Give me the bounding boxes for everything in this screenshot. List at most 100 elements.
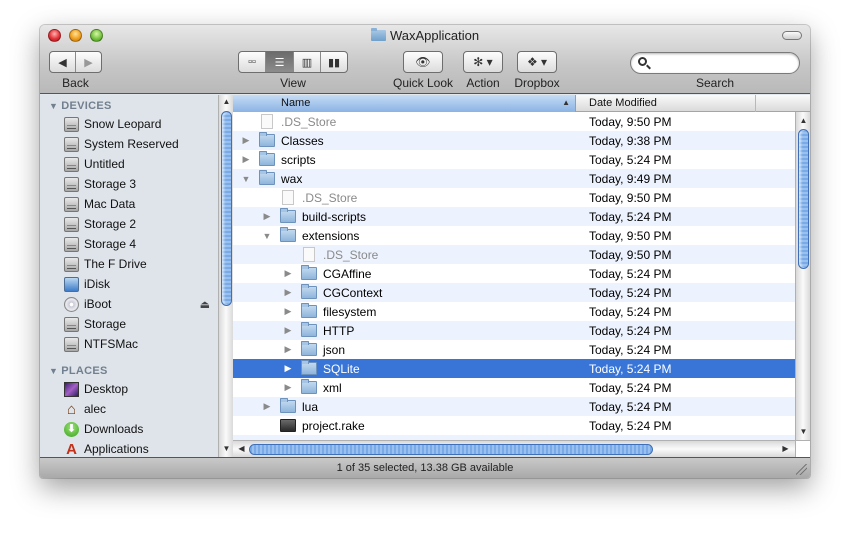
hard-drive-icon (64, 216, 79, 232)
file-row-lua[interactable]: ▶ lua Today, 5:24 PM (233, 397, 795, 416)
file-list-vertical-scrollbar[interactable]: ▲ ▼ (795, 112, 810, 440)
sidebar-item-applications[interactable]: A Applications (64, 439, 214, 457)
file-row-sqlite[interactable]: ▶ SQLite Today, 5:24 PM (233, 359, 795, 378)
sidebar-item-storage-3[interactable]: Storage 3 (64, 174, 214, 194)
sidebar-scroll-thumb[interactable] (221, 111, 232, 306)
view-mode-button-0[interactable]: ▫▫ (239, 52, 266, 72)
view-mode-button-2[interactable]: ▥ (294, 52, 321, 72)
disclosure-collapsed-icon[interactable]: ▶ (283, 325, 293, 336)
file-list-horizontal-scrollbar[interactable]: ◀ ▶ (233, 440, 795, 457)
forward-button[interactable]: ▶ (76, 52, 101, 72)
file-row-project-rake[interactable]: project.rake Today, 5:24 PM (233, 416, 795, 435)
file-row-http[interactable]: ▶ HTTP Today, 5:24 PM (233, 321, 795, 340)
search-input[interactable] (651, 55, 791, 71)
sidebar-item-desktop[interactable]: Desktop (64, 379, 214, 399)
disclosure-triangle-icon[interactable]: ▼ (49, 366, 58, 376)
sidebar-item-untitled[interactable]: Untitled (64, 154, 214, 174)
folder-icon (280, 398, 296, 413)
disclosure-collapsed-icon[interactable]: ▶ (283, 287, 293, 298)
date-modified: Today, 9:50 PM (589, 114, 672, 129)
status-text: 1 of 35 selected, 13.38 GB available (336, 462, 514, 474)
eject-icon[interactable]: ⏏ (200, 298, 210, 311)
coverflow-view-icon: ▮▮ (327, 56, 341, 69)
folder-icon (370, 28, 386, 41)
resize-grip-icon[interactable] (796, 464, 807, 475)
file-row-xml[interactable]: ▶ xml Today, 5:24 PM (233, 378, 795, 397)
disclosure-collapsed-icon[interactable]: ▶ (262, 401, 272, 412)
file-row-ds-store[interactable]: .DS_Store Today, 9:50 PM (233, 188, 795, 207)
places-section-header[interactable]: ▼ PLACES (49, 365, 108, 377)
file-name: lua (302, 399, 319, 414)
sidebar-item-storage[interactable]: Storage (64, 314, 214, 334)
sidebar-item-alec[interactable]: ⌂ alec (64, 399, 214, 419)
vertical-scroll-thumb[interactable] (798, 129, 809, 269)
disclosure-collapsed-icon[interactable]: ▶ (241, 154, 251, 165)
disclosure-expanded-icon[interactable]: ▼ (262, 231, 272, 241)
column-header: Name ▲ Date Modified (233, 95, 810, 112)
sidebar-item-system-reserved[interactable]: System Reserved (64, 134, 214, 154)
file-row-json[interactable]: ▶ json Today, 5:24 PM (233, 340, 795, 359)
file-icon (261, 114, 273, 129)
file-row-build-scripts[interactable]: ▶ build-scripts Today, 5:24 PM (233, 207, 795, 226)
sidebar-item-label: Snow Leopard (84, 117, 162, 131)
sidebar-item-idisk[interactable]: iDisk (64, 274, 214, 294)
disclosure-collapsed-icon[interactable]: ▶ (283, 306, 293, 317)
dropbox-button[interactable]: ❖ ▾ (517, 51, 557, 73)
date-modified-column-header[interactable]: Date Modified (576, 95, 756, 112)
devices-section-header[interactable]: ▼ DEVICES (49, 100, 112, 112)
sidebar-item-the-f-drive[interactable]: The F Drive (64, 254, 214, 274)
disclosure-expanded-icon[interactable]: ▼ (241, 174, 251, 184)
file-name: scripts (281, 152, 316, 167)
sidebar-item-downloads[interactable]: ⬇ Downloads (64, 419, 214, 439)
sidebar-item-mac-data[interactable]: Mac Data (64, 194, 214, 214)
disclosure-collapsed-icon[interactable]: ▶ (283, 382, 293, 393)
view-mode-button-3[interactable]: ▮▮ (321, 52, 347, 72)
sidebar-item-label: Untitled (84, 157, 125, 171)
sidebar-item-ntfsmac[interactable]: NTFSMac (64, 334, 214, 354)
sidebar-item-storage-2[interactable]: Storage 2 (64, 214, 214, 234)
file-row-classes[interactable]: ▶ Classes Today, 9:38 PM (233, 131, 795, 150)
folder-icon (301, 341, 317, 356)
desktop-icon (64, 381, 79, 397)
downloads-icon: ⬇ (64, 421, 79, 437)
sidebar-item-snow-leopard[interactable]: Snow Leopard (64, 114, 214, 134)
file-row-filesystem[interactable]: ▶ filesystem Today, 5:24 PM (233, 302, 795, 321)
disclosure-collapsed-icon[interactable]: ▶ (283, 363, 293, 374)
disclosure-collapsed-icon[interactable]: ▶ (283, 344, 293, 355)
scroll-right-arrow[interactable]: ▶ (778, 443, 793, 455)
disclosure-collapsed-icon[interactable]: ▶ (241, 135, 251, 146)
horizontal-scroll-thumb[interactable] (249, 444, 653, 455)
file-name: json (323, 342, 346, 357)
hard-drive-icon (64, 136, 79, 152)
sidebar-scrollbar[interactable]: ▲ ▼ (218, 95, 233, 457)
quick-look-label: Quick Look (392, 76, 454, 90)
view-mode-button-1[interactable]: ☰ (266, 52, 294, 72)
file-name: HTTP (323, 323, 355, 338)
file-row-scripts[interactable]: ▶ scripts Today, 5:24 PM (233, 150, 795, 169)
disclosure-collapsed-icon[interactable]: ▶ (262, 211, 272, 222)
file-row-cgcontext[interactable]: ▶ CGContext Today, 5:24 PM (233, 283, 795, 302)
scroll-left-arrow[interactable]: ◀ (234, 443, 249, 455)
scroll-up-arrow[interactable]: ▲ (796, 115, 810, 127)
file-row-extensions[interactable]: ▼ extensions Today, 9:50 PM (233, 226, 795, 245)
sidebar-scroll-down-arrow[interactable]: ▼ (219, 443, 234, 455)
search-field[interactable] (630, 52, 800, 74)
toolbar-toggle-button[interactable] (782, 31, 802, 40)
file-row-ds-store[interactable]: .DS_Store Today, 9:50 PM (233, 245, 795, 264)
action-button[interactable]: ✻ ▾ (463, 51, 503, 73)
icon-view-icon: ▫▫ (248, 56, 256, 68)
back-button[interactable]: ◀ (50, 52, 76, 72)
sidebar-scroll-up-arrow[interactable]: ▲ (219, 96, 234, 108)
disclosure-triangle-icon[interactable]: ▼ (49, 101, 58, 111)
hard-drive-icon (64, 236, 79, 252)
quick-look-button[interactable]: 👁 (403, 51, 443, 73)
file-row-wax[interactable]: ▼ wax Today, 9:49 PM (233, 169, 795, 188)
scroll-down-arrow[interactable]: ▼ (796, 426, 810, 438)
file-row-cgaffine[interactable]: ▶ CGAffine Today, 5:24 PM (233, 264, 795, 283)
sidebar-item-storage-4[interactable]: Storage 4 (64, 234, 214, 254)
file-row-ds-store[interactable]: .DS_Store Today, 9:50 PM (233, 112, 795, 131)
disclosure-collapsed-icon[interactable]: ▶ (283, 268, 293, 279)
sidebar-item-iboot[interactable]: iBoot ⏏ (64, 294, 214, 314)
name-column-header[interactable]: Name ▲ (233, 95, 576, 112)
folder-icon (301, 379, 317, 394)
